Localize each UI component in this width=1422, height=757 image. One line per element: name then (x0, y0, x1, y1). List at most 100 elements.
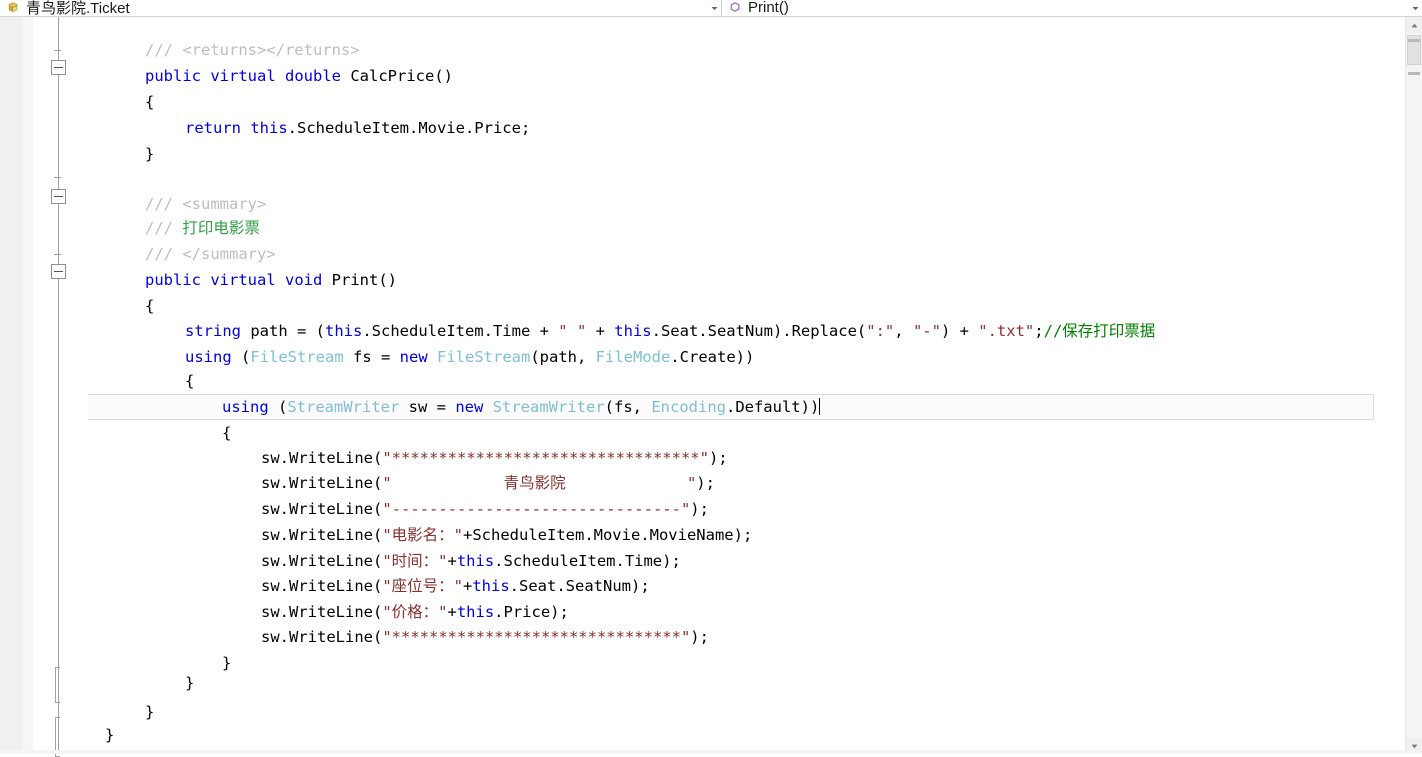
outlining-margin[interactable] (33, 17, 88, 757)
code-token-typ: StreamWriter (287, 398, 400, 416)
code-token-pln: ; (1034, 322, 1044, 340)
code-line[interactable]: } (222, 650, 231, 676)
code-line[interactable]: /// 打印电影票 (145, 215, 260, 241)
code-line[interactable]: sw.WriteLine("价格："+this.Price); (261, 599, 569, 625)
code-token-str: ".txt" (978, 322, 1035, 340)
code-token-kw: this (456, 603, 495, 621)
code-token-cmt: //保存打印票据 (1043, 322, 1156, 340)
code-token-pln: { (185, 372, 195, 390)
outlining-guide-line (58, 17, 59, 754)
code-token-kw: void (285, 271, 323, 289)
code-token-pln: sw.WriteLine( (261, 526, 383, 544)
code-token-pln: .Create)) (670, 348, 755, 366)
code-token-str: "*********************************" (382, 449, 709, 467)
code-token-pln: sw.WriteLine( (261, 500, 383, 518)
code-token-pln: (fs, (604, 398, 652, 416)
code-token-pln: .ScheduleItem.Time); (494, 552, 681, 570)
selection-margin[interactable] (0, 17, 23, 754)
code-token-pln: .Seat.SeatNum).Replace( (651, 322, 867, 340)
code-token-pln: } (105, 726, 115, 744)
code-token-str: "座位号：" (382, 577, 463, 595)
collapse-outline-icon[interactable] (51, 189, 66, 204)
code-token-pln: ); (690, 500, 709, 518)
code-line[interactable]: { (145, 89, 154, 115)
code-line[interactable]: /// <returns></returns> (145, 37, 360, 63)
code-token-typ: FileMode (595, 348, 671, 366)
code-token-pln: Print() (322, 271, 397, 289)
code-token-pln: + (463, 577, 473, 595)
code-line[interactable]: sw.WriteLine(" 青鸟影院 "); (261, 470, 715, 496)
code-token-pln: sw.WriteLine( (261, 577, 383, 595)
code-token-pln: .Default)) (725, 398, 820, 416)
code-line[interactable]: string path = (this.ScheduleItem.Time + … (185, 318, 1155, 344)
member-dropdown[interactable]: Print() (722, 0, 1422, 16)
code-line[interactable]: } (185, 670, 194, 696)
code-line[interactable]: } (105, 722, 114, 748)
code-line[interactable]: sw.WriteLine("电影名："+ScheduleItem.Movie.M… (261, 522, 752, 548)
scroll-up-arrow-icon[interactable] (1406, 17, 1422, 33)
code-line[interactable]: /// </summary> (145, 241, 276, 267)
vertical-scrollbar[interactable] (1405, 17, 1422, 754)
code-line[interactable]: sw.WriteLine("时间："+this.ScheduleItem.Tim… (261, 548, 681, 574)
code-line[interactable]: { (222, 420, 231, 446)
code-editor[interactable]: /// <returns></returns> public virtual do… (0, 17, 1422, 757)
code-token-docsum: 打印电影票 (182, 219, 260, 237)
code-token-doc: <returns></returns> (182, 41, 360, 59)
code-line[interactable]: } (145, 141, 154, 167)
code-token-pln: + (586, 322, 615, 340)
code-token-doc: <summary> (182, 195, 267, 213)
code-token-pln: ( (268, 398, 288, 416)
code-token-pln: { (222, 424, 232, 442)
code-line[interactable]: sw.WriteLine("**************************… (261, 445, 728, 471)
code-token-kw: virtual (210, 271, 276, 289)
code-token-pln (483, 398, 492, 416)
text-caret (819, 398, 821, 415)
code-token-str: "价格：" (382, 603, 448, 621)
code-line[interactable]: sw.WriteLine("**************************… (261, 624, 709, 650)
visual-studio-editor-window: 青鸟影院.Ticket Print() /// <returns></retur… (0, 0, 1422, 757)
code-token-pln: , (894, 322, 913, 340)
collapse-outline-icon[interactable] (51, 60, 66, 75)
code-token-pln: .Seat.SeatNum); (509, 577, 650, 595)
code-token-kw: using (185, 348, 232, 366)
code-line[interactable]: return this.ScheduleItem.Movie.Price; (185, 115, 530, 141)
code-line[interactable]: sw.WriteLine("座位号："+this.Seat.SeatNum); (261, 573, 650, 599)
code-line[interactable]: using (StreamWriter sw = new StreamWrite… (222, 394, 821, 420)
code-token-pln: + (447, 552, 457, 570)
code-text-area[interactable]: /// <returns></returns> public virtual do… (88, 17, 1422, 754)
horizontal-scrollbar[interactable] (0, 750, 1422, 754)
code-token-kw: this (250, 119, 288, 137)
code-token-pln: sw.WriteLine( (261, 628, 383, 646)
code-line[interactable]: /// <summary> (145, 191, 266, 217)
code-token-pln (201, 67, 210, 85)
code-token-kw: return (185, 119, 241, 137)
code-token-pln: .Price); (494, 603, 569, 621)
outline-tick (54, 177, 61, 178)
type-dropdown-label: 青鸟影院.Ticket (26, 0, 130, 17)
code-token-str: "-------------------------------" (382, 500, 691, 518)
code-token-pln: ) + (940, 322, 979, 340)
code-line[interactable]: public virtual double CalcPrice() (145, 63, 453, 89)
code-token-kw: public (145, 271, 201, 289)
code-token-doc: /// (145, 245, 183, 263)
scrollbar-change-marker (1408, 72, 1420, 75)
code-line[interactable]: { (145, 293, 154, 319)
chevron-down-icon[interactable] (1408, 0, 1422, 16)
type-dropdown[interactable]: 青鸟影院.Ticket (0, 0, 722, 17)
code-token-pln: } (145, 703, 155, 721)
code-line[interactable]: sw.WriteLine("--------------------------… (261, 496, 709, 522)
code-line[interactable]: } (145, 699, 154, 725)
code-token-str: "时间：" (382, 552, 448, 570)
code-token-pln: sw.WriteLine( (261, 552, 383, 570)
code-line[interactable]: using (FileStream fs = new FileStream(pa… (185, 344, 754, 370)
code-token-pln: +ScheduleItem.Movie.MovieName); (463, 526, 753, 544)
code-token-pln: CalcPrice() (341, 67, 453, 85)
code-token-typ: StreamWriter (492, 398, 605, 416)
code-line[interactable]: { (185, 368, 194, 394)
code-line[interactable]: public virtual void Print() (145, 267, 397, 293)
code-token-pln: sw.WriteLine( (261, 474, 383, 492)
code-token-typ: Encoding (651, 398, 726, 416)
chevron-down-icon[interactable] (707, 0, 721, 16)
code-token-pln: } (222, 654, 232, 672)
collapse-outline-icon[interactable] (51, 264, 66, 279)
